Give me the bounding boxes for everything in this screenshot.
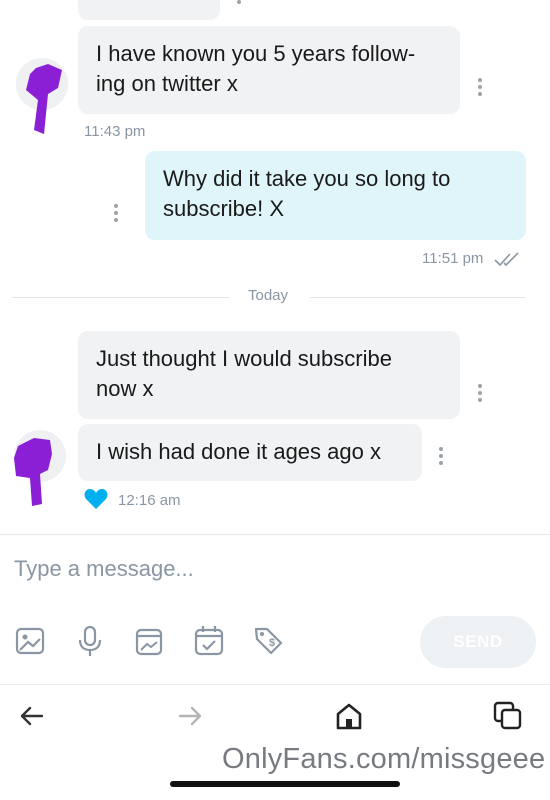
message-text: I have known you 5 years follow- ing on … [96, 41, 416, 96]
message-text: I wish had done it ages ago x [96, 439, 381, 464]
composer-divider [0, 534, 550, 535]
read-double-check-icon [494, 252, 519, 267]
avatar-scribble [14, 438, 52, 506]
home-indicator[interactable] [170, 781, 400, 787]
forward-arrow-icon[interactable] [174, 700, 206, 732]
back-arrow-icon[interactable] [16, 700, 48, 732]
more-options-icon[interactable] [477, 78, 483, 100]
message-timestamp: 11:51 pm [422, 250, 484, 267]
date-divider-label: Today [248, 287, 289, 304]
more-options-icon[interactable] [438, 447, 444, 469]
price-tag-icon[interactable]: $ [252, 624, 284, 658]
avatar-scribble [26, 64, 62, 134]
media-vault-icon[interactable] [133, 624, 165, 658]
sender-avatar[interactable] [14, 430, 66, 506]
previous-message-dot [237, 0, 241, 4]
image-icon[interactable] [14, 624, 46, 658]
message-bubble-incoming: I have known you 5 years follow- ing on … [78, 26, 460, 114]
message-bubble-incoming: Just thought I would subscribe now x [78, 331, 460, 419]
message-text: Why did it take you so long to subscribe… [163, 166, 451, 221]
previous-message-bubble [78, 0, 220, 20]
home-icon[interactable] [333, 700, 365, 732]
more-options-icon[interactable] [113, 204, 119, 226]
message-timestamp: 12:16 am [118, 492, 181, 509]
send-button[interactable]: SEND [420, 616, 536, 668]
message-bubble-outgoing: Why did it take you so long to subscribe… [145, 151, 526, 240]
svg-text:$: $ [269, 637, 275, 649]
watermark-text: OnlyFans.com/missgeee [222, 743, 546, 775]
liked-heart-icon[interactable] [84, 488, 108, 510]
calendar-check-icon[interactable] [193, 624, 225, 658]
message-timestamp: 11:43 pm [84, 123, 146, 140]
more-options-icon[interactable] [477, 384, 483, 406]
sender-avatar[interactable] [16, 58, 68, 134]
tabs-icon[interactable] [492, 700, 524, 732]
message-bubble-incoming: I wish had done it ages ago x [78, 424, 422, 481]
divider-right [310, 297, 526, 298]
microphone-icon[interactable] [74, 624, 106, 658]
message-input[interactable]: Type a message... [14, 556, 194, 582]
divider-left [12, 297, 230, 298]
message-text: Just thought I would subscribe now x [96, 346, 392, 401]
